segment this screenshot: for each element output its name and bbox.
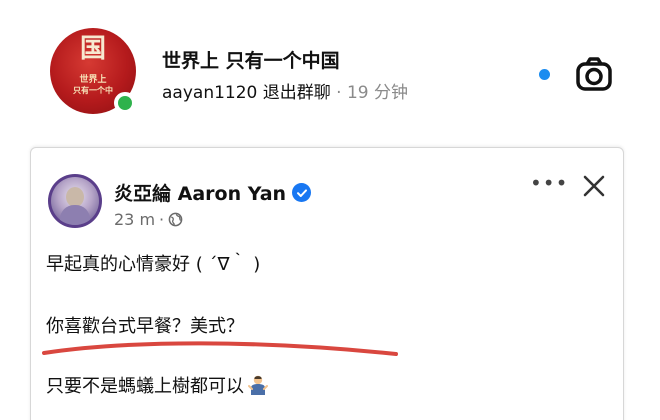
camera-button[interactable] — [574, 54, 614, 94]
close-icon — [583, 175, 605, 197]
post-text-line1: 早起真的心情豪好 ( ´∇｀ ) — [46, 254, 261, 275]
avatar-seal-logo: 国 — [79, 34, 106, 64]
message-text: 退出群聊 — [262, 83, 331, 103]
author-avatar[interactable] — [48, 174, 102, 228]
meta-separator: · — [159, 210, 165, 229]
screenshot: 国 世界上 只有一个中 世界上 只有一个中国 aayan1120 退出群聊 · … — [0, 0, 660, 420]
post-meta: 23 m · — [114, 210, 183, 229]
sender-name: aayan1120 — [162, 83, 258, 103]
more-options-button[interactable]: ••• — [530, 172, 567, 194]
post-text-line3: 只要不是螞蟻上樹都可以 — [46, 376, 244, 397]
author-name[interactable]: 炎亞綸 Aaron Yan — [114, 179, 286, 206]
person-shrugging-emoji — [248, 374, 268, 396]
post-time[interactable]: 23 m — [114, 210, 155, 229]
post-text-line3-row: 只要不是螞蟻上樹都可以 — [46, 372, 268, 398]
last-message: aayan1120 退出群聊 · 19 分钟 — [162, 78, 408, 103]
globe-icon — [168, 212, 183, 227]
red-underline-annotation — [40, 336, 400, 366]
post-author[interactable]: 炎亞綸 Aaron Yan — [114, 179, 312, 206]
group-name: 世界上 只有一个中国 — [162, 50, 340, 72]
camera-icon — [576, 57, 612, 91]
more-horizontal-icon: ••• — [530, 171, 569, 195]
avatar-caption-line1: 世界上 — [79, 75, 107, 85]
chat-list-row[interactable]: 国 世界上 只有一个中 世界上 只有一个中国 aayan1120 退出群聊 · … — [0, 0, 660, 140]
close-button[interactable] — [580, 172, 608, 200]
online-status-dot — [114, 92, 136, 114]
message-time: 19 分钟 — [346, 83, 409, 103]
post-text-line2: 你喜歡台式早餐？美式？ — [46, 316, 244, 337]
unread-indicator — [539, 69, 550, 80]
verified-badge-icon — [292, 183, 312, 202]
time-separator: · — [336, 83, 342, 103]
